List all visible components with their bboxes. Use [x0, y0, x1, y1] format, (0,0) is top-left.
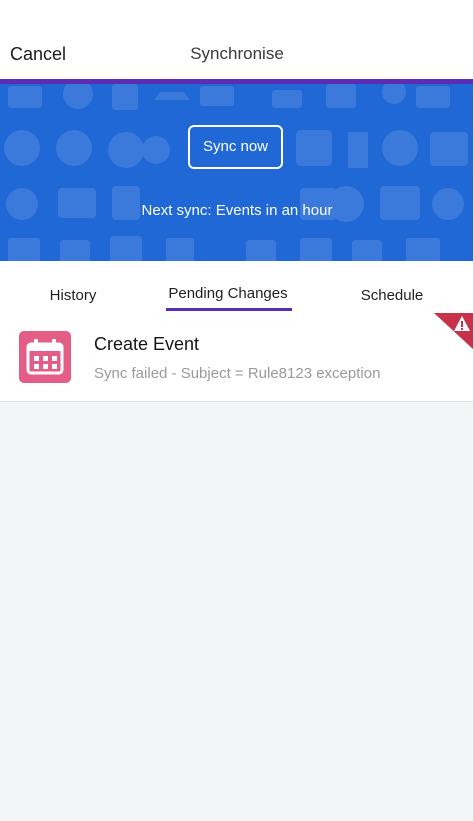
tab-schedule[interactable]: Schedule [348, 287, 436, 304]
tab-history[interactable]: History [28, 287, 118, 304]
sync-header-banner: Sync now Next sync: Events in an hour [0, 84, 474, 261]
sync-screen: Cancel Synchronise Sync now Next sync: E… [0, 0, 474, 821]
list-item[interactable]: Create Event Sync failed - Subject = Rul… [0, 313, 474, 402]
tab-pending-changes[interactable]: Pending Changes [162, 285, 294, 302]
item-title: Create Event [94, 334, 200, 354]
item-status-text: Sync failed - Subject = Rule8123 excepti… [94, 365, 381, 382]
navigation-bar: Cancel Synchronise [0, 0, 474, 80]
warning-icon [434, 313, 474, 350]
icon-pattern-background [4, 84, 468, 261]
next-sync-status: Next sync: Events in an hour [141, 202, 333, 219]
calendar-icon [19, 331, 71, 383]
tab-bar: History Pending Changes Schedule [0, 261, 474, 313]
sync-now-button[interactable]: Sync now [188, 125, 283, 169]
page-title: Synchronise [190, 44, 284, 63]
active-tab-indicator [166, 308, 292, 311]
